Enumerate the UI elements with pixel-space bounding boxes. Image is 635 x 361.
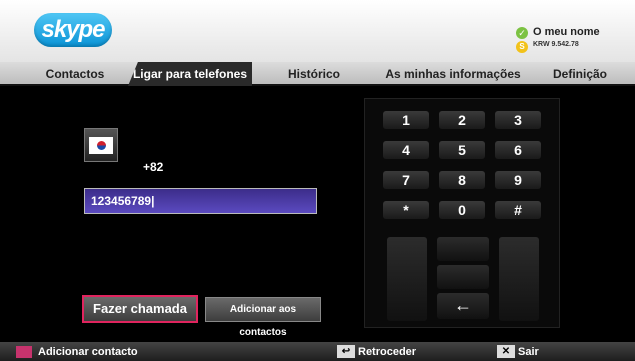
exit-button[interactable]: Sair bbox=[518, 346, 539, 358]
tab-ligar-para-telefones[interactable]: Ligar para telefones bbox=[128, 62, 252, 86]
back-button[interactable]: Retroceder bbox=[358, 346, 416, 358]
tab-contactos[interactable]: Contactos bbox=[30, 62, 120, 86]
key-5[interactable]: 5 bbox=[439, 141, 485, 159]
add-to-contacts-button[interactable]: Adicionar aos contactos bbox=[205, 297, 321, 338]
key-7[interactable]: 7 bbox=[383, 171, 429, 189]
volume-left-block bbox=[387, 237, 427, 321]
tab-bar: Contactos Ligar para telefones Histórico… bbox=[0, 62, 635, 86]
country-selector[interactable] bbox=[84, 128, 118, 162]
key-6[interactable]: 6 bbox=[495, 141, 541, 159]
country-code: +82 bbox=[143, 160, 164, 174]
exit-icon: ✕ bbox=[497, 345, 515, 358]
nav-mid-block bbox=[437, 265, 489, 289]
add-contact-label[interactable]: Adicionar contacto bbox=[38, 346, 138, 358]
user-name: O meu nome bbox=[533, 26, 600, 38]
nav-up-block bbox=[437, 237, 489, 261]
key-star[interactable]: * bbox=[383, 201, 429, 219]
tab-minhas-informacoes[interactable]: As minhas informações bbox=[378, 62, 528, 86]
phone-number-input[interactable]: 123456789| bbox=[84, 188, 317, 214]
volume-right-block bbox=[499, 237, 539, 321]
bottom-bar: Adicionar contacto ↩ Retroceder ✕ Sair bbox=[0, 342, 635, 361]
key-2[interactable]: 2 bbox=[439, 111, 485, 129]
skype-credit-icon: S bbox=[516, 41, 528, 53]
backspace-button[interactable]: ← bbox=[437, 293, 489, 319]
tab-historico[interactable]: Histórico bbox=[276, 62, 352, 86]
credit-balance: KRW 9.542.78 bbox=[533, 41, 579, 48]
back-icon: ↩ bbox=[337, 345, 355, 358]
key-4[interactable]: 4 bbox=[383, 141, 429, 159]
key-9[interactable]: 9 bbox=[495, 171, 541, 189]
key-hash[interactable]: # bbox=[495, 201, 541, 219]
check-icon: ✓ bbox=[516, 27, 528, 39]
key-8[interactable]: 8 bbox=[439, 171, 485, 189]
tab-definicao[interactable]: Definição bbox=[540, 62, 620, 86]
key-1[interactable]: 1 bbox=[383, 111, 429, 129]
south-korea-flag-icon bbox=[89, 136, 113, 154]
call-button[interactable]: Fazer chamada bbox=[82, 295, 198, 323]
header: skype ✓ O meu nome S KRW 9.542.78 bbox=[0, 0, 635, 62]
key-0[interactable]: 0 bbox=[439, 201, 485, 219]
red-button-icon bbox=[16, 346, 32, 358]
key-3[interactable]: 3 bbox=[495, 111, 541, 129]
skype-logo: skype bbox=[34, 13, 112, 47]
keypad: 1 2 3 4 5 6 7 8 9 * 0 # ← bbox=[364, 98, 560, 328]
